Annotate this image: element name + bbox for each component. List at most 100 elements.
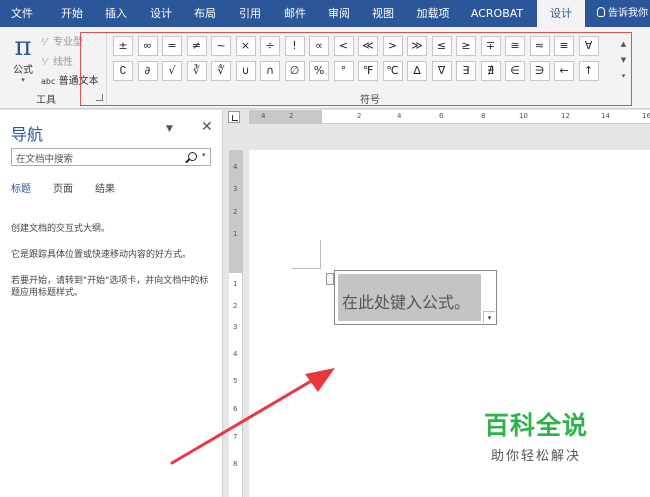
symbol-button[interactable]: ≥: [456, 36, 476, 56]
symbol-button[interactable]: %: [309, 61, 329, 81]
symbol-button[interactable]: ∩: [260, 61, 280, 81]
equation-options-icon[interactable]: ▾: [483, 311, 495, 323]
symbol-button[interactable]: ∆: [407, 61, 427, 81]
ruler-label: 14: [601, 112, 610, 120]
symbol-button[interactable]: √: [162, 61, 182, 81]
scroll-up-icon[interactable]: ▲: [618, 36, 629, 52]
ruler-label: 1: [233, 280, 238, 288]
tab-equation-design[interactable]: 设计: [537, 0, 585, 27]
symbol-button[interactable]: ∇: [431, 61, 452, 81]
tell-me-box[interactable]: 告诉我你: [597, 0, 648, 27]
symbol-button[interactable]: >: [382, 36, 403, 56]
symbol-button[interactable]: ∜: [211, 61, 231, 81]
symbol-button[interactable]: <: [333, 36, 354, 56]
margin-corner-mark: [292, 240, 321, 269]
ruler-label: 12: [561, 112, 570, 120]
symbols-scroll[interactable]: ▲ ▼ ▾: [618, 36, 629, 84]
ruler-label: 2: [357, 112, 362, 120]
symbol-button[interactable]: ∃: [456, 61, 476, 81]
ruler-label: 16: [642, 112, 650, 120]
watermark-subtitle: 助你轻松解决: [491, 449, 582, 464]
symbol-button[interactable]: ≠: [186, 36, 207, 56]
horizontal-ruler[interactable]: 4 2 2 4 6 8 10 12 14 16: [249, 110, 650, 124]
tab-file[interactable]: 文件: [2, 0, 42, 27]
equation-move-handle[interactable]: [326, 273, 334, 285]
symbol-button[interactable]: ℉: [358, 61, 378, 81]
tab-design[interactable]: 设计: [141, 0, 181, 27]
symbol-button[interactable]: ~: [211, 36, 231, 56]
symbol-button[interactable]: ∁: [113, 61, 133, 81]
tab-view[interactable]: 视图: [363, 0, 403, 27]
scroll-down-icon[interactable]: ▼: [618, 52, 629, 68]
symbol-button[interactable]: ≫: [407, 36, 427, 56]
tab-home[interactable]: 开始: [52, 0, 92, 27]
tab-insert[interactable]: 插入: [96, 0, 136, 27]
more-icon[interactable]: ▾: [618, 68, 629, 84]
symbol-button[interactable]: ∂: [137, 61, 158, 81]
search-icon[interactable]: [188, 152, 197, 161]
nav-tab-pages[interactable]: 页面: [53, 180, 73, 195]
ruler-label: 2: [289, 112, 294, 120]
red-arrow: [170, 368, 335, 465]
ruler-label: 2: [233, 302, 238, 310]
symbol-button[interactable]: ×: [235, 36, 256, 56]
chevron-down-icon[interactable]: ▾: [202, 151, 206, 159]
symbol-button[interactable]: ∓: [480, 36, 501, 56]
nav-tab-results[interactable]: 结果: [95, 180, 115, 195]
ruler-label: 1: [233, 230, 238, 238]
equation-placeholder-area[interactable]: 在此处键入公式。: [338, 274, 481, 321]
symbol-button[interactable]: ∋: [529, 61, 550, 81]
symbol-button[interactable]: °: [333, 61, 354, 81]
symbol-button[interactable]: ≪: [358, 36, 378, 56]
symbol-button[interactable]: ←: [554, 61, 574, 81]
tab-review[interactable]: 审阅: [319, 0, 359, 27]
symbol-button[interactable]: !: [284, 36, 305, 56]
symbol-button[interactable]: ℃: [382, 61, 403, 81]
arrow-head: [305, 368, 335, 392]
symbol-button[interactable]: ∛: [186, 61, 207, 81]
symbol-button[interactable]: ∅: [284, 61, 305, 81]
symbol-button[interactable]: ≅: [505, 36, 525, 56]
professional-button[interactable]: ⅟ 专业型: [41, 33, 83, 48]
symbol-button[interactable]: ∝: [309, 36, 329, 56]
nav-hint-3: 若要开始，请转到"开始"选项卡，并向文档中的标题应用标题样式。: [11, 276, 209, 298]
professional-label: 专业型: [53, 37, 83, 48]
ruler-label: 8: [481, 112, 486, 120]
chevron-down-icon[interactable]: ▼: [166, 124, 173, 134]
tab-mailings[interactable]: 邮件: [275, 0, 315, 27]
nav-search-input[interactable]: 在文档中搜索 ▾: [11, 148, 211, 166]
symbol-button[interactable]: ∪: [235, 61, 256, 81]
symbol-button[interactable]: ±: [113, 36, 133, 56]
symbol-button[interactable]: ∀: [578, 36, 599, 56]
symbol-button[interactable]: ↑: [578, 61, 599, 81]
linear-button[interactable]: ⅟ 线性: [41, 53, 73, 68]
ruler-label: 3: [233, 323, 238, 331]
equation-box[interactable]: 在此处键入公式。 ▾: [334, 270, 497, 325]
nav-tab-headings[interactable]: 标题: [11, 180, 31, 195]
nav-hint-1: 创建文档的交互式大纲。: [11, 224, 111, 234]
tab-references[interactable]: 引用: [230, 0, 270, 27]
symbol-button[interactable]: ≈: [529, 36, 550, 56]
tools-group-label: 工具: [36, 95, 56, 106]
tell-me-text: 告诉我你: [608, 8, 648, 19]
tab-stop-selector[interactable]: [228, 111, 240, 123]
tab-acrobat[interactable]: ACROBAT: [464, 0, 530, 27]
close-icon[interactable]: ✕: [201, 119, 213, 135]
symbol-button[interactable]: ∈: [505, 61, 525, 81]
symbol-button[interactable]: ≤: [431, 36, 452, 56]
symbol-button[interactable]: ÷: [260, 36, 280, 56]
equation-label: 公式: [13, 65, 33, 76]
tab-addins[interactable]: 加载项: [410, 0, 456, 27]
ribbon-tab-bar: 文件 开始 插入 设计 布局 引用 邮件 审阅 视图 加载项 ACROBAT 设…: [0, 0, 650, 27]
ruler-label: 6: [439, 112, 444, 120]
tab-layout[interactable]: 布局: [185, 0, 225, 27]
ruler-label: 3: [233, 185, 238, 193]
symbol-button[interactable]: =: [162, 36, 182, 56]
symbol-button[interactable]: ∄: [480, 61, 501, 81]
professional-icon: ⅟: [41, 37, 47, 48]
symbol-button[interactable]: ≡: [554, 36, 574, 56]
linear-label: 线性: [53, 57, 73, 68]
lightbulb-icon: [597, 7, 605, 17]
symbol-button[interactable]: ∞: [137, 36, 158, 56]
equation-button[interactable]: π 公式 ▾: [9, 33, 37, 84]
